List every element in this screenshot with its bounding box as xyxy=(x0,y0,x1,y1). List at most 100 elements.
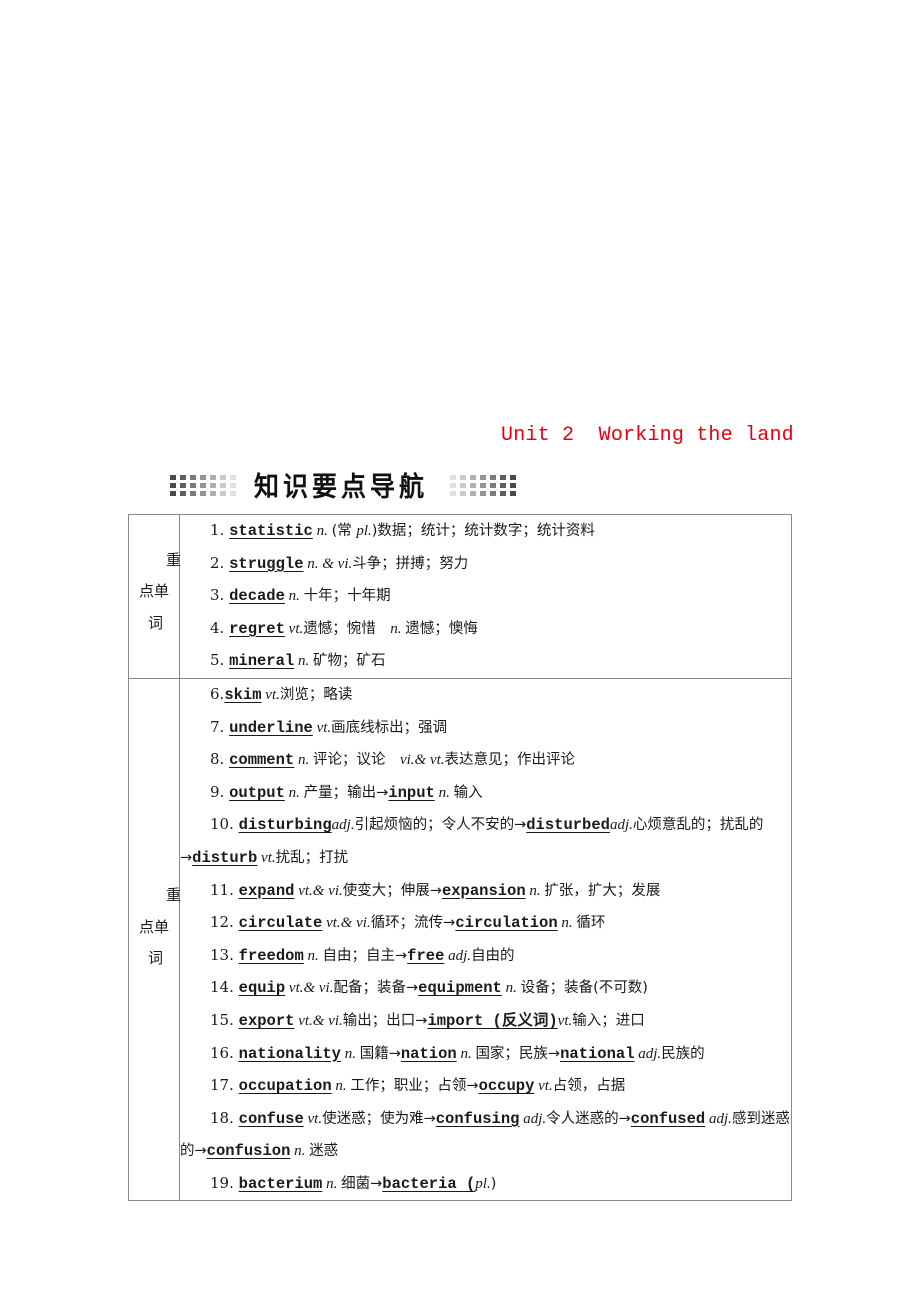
entry-number: 17. xyxy=(210,1076,234,1095)
entry-number: 16. xyxy=(210,1043,234,1062)
definition: (常 xyxy=(331,523,357,539)
part-of-speech: adj. xyxy=(609,817,633,834)
vocab-word: input xyxy=(388,783,435,802)
definition: 国家；民族→ xyxy=(475,1045,561,1062)
dot xyxy=(480,474,487,480)
entry-number: 1. xyxy=(210,521,225,539)
part-of-speech: n. xyxy=(312,523,332,539)
part-of-speech: adj. xyxy=(705,1110,732,1127)
definition: 使变大；伸展→ xyxy=(342,882,442,899)
part-of-speech: vt. xyxy=(312,719,332,736)
definition: 画底线标出；强调 xyxy=(331,719,448,736)
definition: 矿物；矿石 xyxy=(312,653,386,670)
category-cell: 重 点单 词 xyxy=(128,514,181,679)
vocab-entry: 3. decade n. 十年；十年期 xyxy=(180,580,791,613)
category-label-char3: 词 xyxy=(148,614,164,632)
part-of-speech: n. xyxy=(294,752,313,769)
part-of-speech: vt. xyxy=(303,1110,323,1127)
dot xyxy=(210,490,216,496)
definition: 设备；装备(不可数) xyxy=(520,980,648,997)
part-of-speech: vt. xyxy=(261,686,280,703)
definition: 评论；议论 xyxy=(312,752,400,769)
vocab-entry: 17. occupation n. 工作；职业；占领→occupy vt.占领，… xyxy=(180,1070,791,1103)
dot xyxy=(470,490,477,496)
vocab-word: bacterium xyxy=(238,1174,323,1193)
vocab-entry: 13. freedom n. 自由；自主→free adj.自由的 xyxy=(180,940,791,973)
vocab-word: import (反义词) xyxy=(427,1011,558,1030)
entry-number: 15. xyxy=(210,1010,234,1029)
word-list-cell: 1. statistic n. (常 pl.)数据；统计；统计数字；统计资料 2.… xyxy=(179,514,792,679)
definition: 令人迷惑的→ xyxy=(546,1110,631,1127)
definition: 浏览；略读 xyxy=(279,686,353,703)
vocab-word: regret xyxy=(229,619,285,638)
part-of-speech: n. xyxy=(331,1078,351,1095)
definition: 自由的 xyxy=(471,947,515,964)
vocab-word: underline xyxy=(229,718,313,737)
definition: 占领，占据 xyxy=(552,1078,626,1095)
vocab-entry: 1. statistic n. (常 pl.)数据；统计；统计数字；统计资料 xyxy=(180,515,791,548)
vocab-entry: 11. expand vt.& vi.使变大；伸展→expansion n. 扩… xyxy=(180,875,791,908)
entry-number: 14. xyxy=(210,978,234,997)
vocab-word: disturb xyxy=(192,848,258,867)
vocab-entry: 15. export vt.& vi.输出；出口→import (反义词)vt.… xyxy=(180,1005,791,1038)
definition: 扰乱；打扰 xyxy=(275,849,349,866)
part-of-speech: adj. xyxy=(519,1110,547,1127)
dot xyxy=(510,482,517,488)
section-banner: 知识要点导航 xyxy=(170,468,517,502)
entry-number: 7. xyxy=(210,717,225,736)
part-of-speech: adj. xyxy=(634,1045,662,1062)
part-of-speech: n. xyxy=(390,620,406,637)
definition: 循环 xyxy=(576,915,606,932)
definition: 输入；进口 xyxy=(572,1012,645,1029)
dot xyxy=(170,474,176,480)
part-of-speech: pl. xyxy=(475,1175,491,1192)
dot xyxy=(200,482,206,488)
dot xyxy=(480,490,487,496)
vocab-word: national xyxy=(560,1044,635,1063)
vocab-word: occupation xyxy=(238,1077,332,1096)
category-label-char2: 点单 xyxy=(139,582,170,600)
dot xyxy=(190,490,196,496)
definition: 迷惑 xyxy=(309,1143,339,1160)
category-label-char1: 重 xyxy=(165,551,181,569)
part-of-speech: vi.& vt. xyxy=(399,752,445,769)
vocab-entry: 7. underline vt.画底线标出；强调 xyxy=(180,712,791,745)
entry-number: 3. xyxy=(210,586,225,605)
dot xyxy=(200,474,206,480)
dot xyxy=(230,482,236,488)
vocab-word: circulation xyxy=(455,914,558,933)
dot xyxy=(210,482,216,488)
part-of-speech: n. & vi. xyxy=(303,555,353,572)
vocab-word: disturbed xyxy=(526,816,610,835)
part-of-speech: n. xyxy=(557,915,577,932)
part-of-speech: vt.& vi. xyxy=(294,882,343,899)
dot xyxy=(490,482,497,488)
definition: 国籍→ xyxy=(359,1045,401,1062)
word-list-cell: 6.skim vt.浏览；略读 7. underline vt.画底线标出；强调 8… xyxy=(179,677,792,1202)
entry-number: 8. xyxy=(210,750,225,769)
part-of-speech: n. xyxy=(294,653,313,670)
definition: 循环；流传→ xyxy=(370,915,456,932)
vocab-word: expansion xyxy=(441,881,526,900)
category-cell: 重 点单 词 xyxy=(128,677,181,1202)
part-of-speech: n. xyxy=(456,1045,476,1062)
dot xyxy=(180,474,186,480)
definition: 民族的 xyxy=(661,1045,705,1062)
vocab-entry: 9. output n. 产量；输出→input n. 输入 xyxy=(180,777,791,810)
vocab-word: equip xyxy=(238,979,286,998)
part-of-speech: n. xyxy=(303,947,323,964)
part-of-speech: n. xyxy=(434,784,454,801)
dot xyxy=(450,474,457,480)
vocab-word: expand xyxy=(238,881,295,900)
part-of-speech: n. xyxy=(284,784,304,801)
vocab-word: confuse xyxy=(238,1109,304,1128)
definition: 斗争；拼搏；努力 xyxy=(352,555,469,572)
dot xyxy=(490,490,497,496)
vocab-entry: 8. comment n. 评论；议论 vi.& vt.表达意见；作出评论 xyxy=(180,744,791,777)
dot xyxy=(220,474,226,480)
dot xyxy=(460,490,467,496)
vocab-word: disturbing xyxy=(238,816,332,835)
entry-number: 12. xyxy=(210,913,234,932)
vocab-entry: 4. regret vt.遗憾；惋惜 n. 遗憾；懊悔 xyxy=(180,613,791,646)
vocabulary-table: 重 点单 词 1. statistic n. (常 pl.)数据；统计；统计数字… xyxy=(128,514,792,1202)
